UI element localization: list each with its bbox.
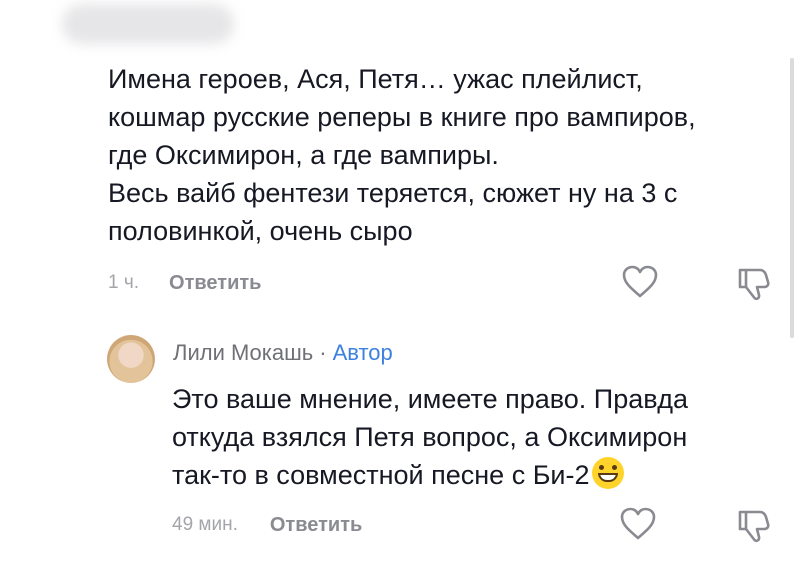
- comment-meta: 1 ч. Ответить: [108, 268, 261, 298]
- thumbs-down-icon[interactable]: [734, 506, 774, 544]
- avatar[interactable]: [107, 335, 155, 383]
- blurred-username: [62, 4, 234, 44]
- reply-meta: 49 мин. Ответить: [172, 510, 362, 540]
- reply-reply-button[interactable]: Ответить: [270, 514, 362, 537]
- scrollbar[interactable]: [790, 58, 794, 338]
- reply-header: Лили Мокашь · Автор: [173, 340, 393, 366]
- author-badge: Автор: [332, 340, 393, 365]
- comment-text: Имена героев, Ася, Петя… ужас плейлист, …: [108, 64, 696, 246]
- heart-icon[interactable]: [618, 506, 658, 542]
- reply-text: Это ваше мнение, имеете право. Правда от…: [172, 380, 782, 494]
- heart-icon[interactable]: [620, 264, 660, 300]
- reply-time: 49 мин.: [172, 514, 238, 535]
- comment-reply-button[interactable]: Ответить: [169, 272, 261, 295]
- comment-time: 1 ч.: [108, 272, 140, 293]
- reply-author-name[interactable]: Лили Мокашь: [173, 340, 313, 366]
- thumbs-down-icon[interactable]: [734, 264, 774, 302]
- reply-separator: ·: [319, 340, 327, 365]
- grinning-face-emoji: [591, 457, 624, 489]
